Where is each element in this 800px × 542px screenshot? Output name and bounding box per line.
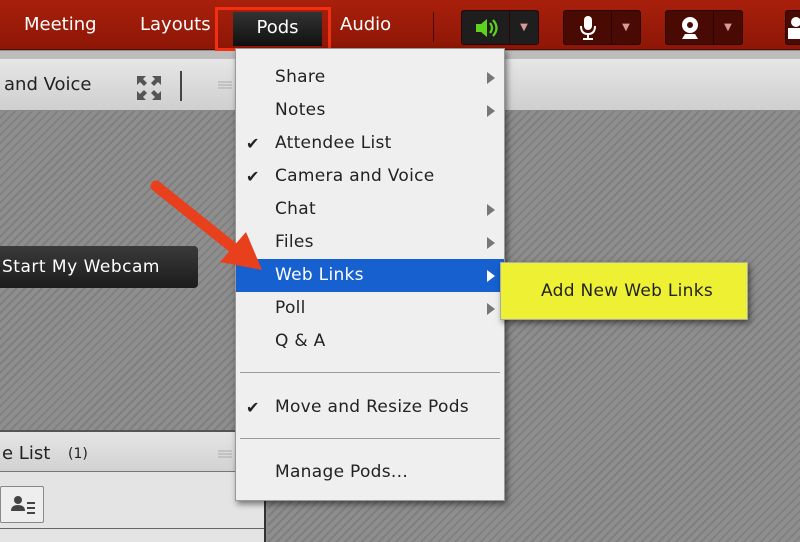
annotation-arrow	[150, 180, 262, 270]
